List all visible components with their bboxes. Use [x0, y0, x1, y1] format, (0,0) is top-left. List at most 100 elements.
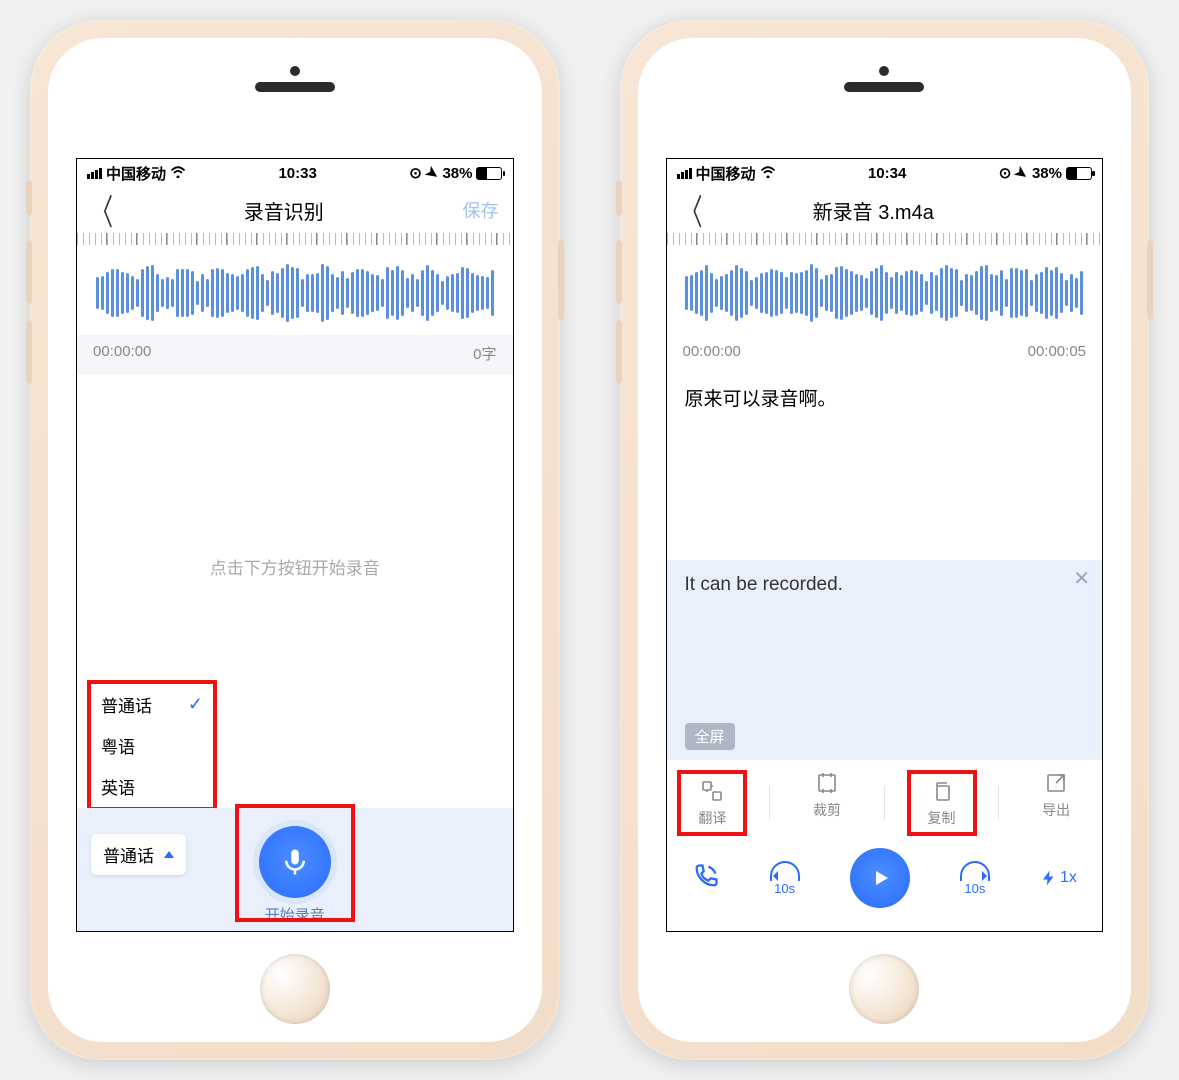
- location-icon: ➤: [1011, 162, 1032, 184]
- back-button[interactable]: 〈: [681, 184, 703, 235]
- elapsed-time: 00:00:00: [683, 343, 741, 360]
- volume-up: [26, 240, 32, 304]
- front-camera: [879, 66, 889, 76]
- content-area: 点击下方按钮开始录音 普通话 ✓ 粤语 英语: [77, 374, 513, 931]
- clock-label: 10:34: [868, 165, 906, 182]
- alarm-icon: ⊙: [999, 164, 1012, 182]
- forward-10s-button[interactable]: 10s: [960, 861, 990, 896]
- lightning-icon: [1040, 869, 1058, 887]
- carrier-label: 中国移动: [696, 163, 756, 184]
- power-button: [1147, 240, 1153, 320]
- screen-right: 中国移动 10:34 ⊙ ➤ 38% 〈 新录音 3.m4a 保存: [666, 158, 1104, 932]
- wifi-icon: [170, 165, 186, 182]
- lang-label: 粤语: [101, 733, 135, 758]
- front-camera: [290, 66, 300, 76]
- lang-label: 英语: [101, 774, 135, 799]
- trim-button[interactable]: 裁剪: [792, 770, 862, 836]
- playback-row: 10s 10s 1x: [667, 842, 1103, 918]
- mute-switch: [26, 180, 32, 216]
- alarm-icon: ⊙: [409, 164, 422, 182]
- battery-icon: [476, 167, 502, 180]
- page-title: 新录音 3.m4a: [703, 196, 1044, 225]
- time-row: 00:00:00 00:00:05: [667, 335, 1103, 370]
- nav-bar: 〈 录音识别 保存: [77, 187, 513, 233]
- carrier-label: 中国移动: [106, 163, 166, 184]
- page-title: 录音识别: [113, 196, 454, 225]
- translate-button[interactable]: 翻译: [677, 770, 747, 836]
- wifi-icon: [760, 165, 776, 182]
- tool-label: 翻译: [698, 810, 726, 826]
- phone-left: 中国移动 10:33 ⊙ ➤ 38% 〈 录音识别 保存: [30, 20, 560, 1060]
- receiver-button[interactable]: [692, 862, 720, 895]
- fullscreen-button[interactable]: 全屏: [685, 723, 735, 750]
- earpiece-speaker: [255, 82, 335, 92]
- back-button[interactable]: 〈: [91, 184, 113, 235]
- tool-row: 翻译 裁剪 复制: [667, 760, 1103, 842]
- export-button[interactable]: 导出: [1021, 770, 1091, 836]
- clock-label: 10:33: [278, 165, 316, 182]
- status-bar: 中国移动 10:34 ⊙ ➤ 38%: [667, 159, 1103, 187]
- translation-pane: ✕ It can be recorded. 全屏: [667, 560, 1103, 760]
- home-button[interactable]: [260, 954, 330, 1024]
- translate-icon: [699, 778, 725, 804]
- battery-percent: 38%: [442, 165, 472, 182]
- power-button: [558, 240, 564, 320]
- nav-bar: 〈 新录音 3.m4a 保存: [667, 187, 1103, 233]
- lang-label: 普通话: [101, 692, 152, 717]
- language-selector[interactable]: 普通话: [91, 834, 186, 875]
- rewind-10s-button[interactable]: 10s: [770, 861, 800, 896]
- waveform: [667, 245, 1103, 335]
- timeline-ruler[interactable]: [667, 233, 1103, 245]
- elapsed-time: 00:00:00: [93, 343, 151, 364]
- copy-icon: [929, 778, 955, 804]
- status-bar: 中国移动 10:33 ⊙ ➤ 38%: [77, 159, 513, 187]
- translation-text: It can be recorded.: [685, 574, 1085, 596]
- caret-up-icon: [164, 851, 174, 858]
- lang-option-cantonese[interactable]: 粤语: [91, 725, 213, 766]
- check-icon: ✓: [188, 694, 203, 715]
- waveform: [77, 245, 513, 335]
- screen-left: 中国移动 10:33 ⊙ ➤ 38% 〈 录音识别 保存: [76, 158, 514, 932]
- battery-percent: 38%: [1032, 165, 1062, 182]
- time-row: 00:00:00 0字: [77, 335, 513, 374]
- tool-label: 导出: [1042, 802, 1070, 818]
- speed-button[interactable]: 1x: [1040, 869, 1077, 887]
- bottom-controls: 普通话 开始录音: [77, 808, 513, 931]
- transcript-text: 原来可以录音啊。: [667, 370, 1103, 560]
- play-button[interactable]: [850, 848, 910, 908]
- lang-option-english[interactable]: 英语: [91, 766, 213, 807]
- volume-down: [616, 320, 622, 384]
- speed-label: 1x: [1060, 869, 1077, 887]
- jump-label: 10s: [774, 881, 795, 896]
- separator: [884, 786, 885, 820]
- play-icon: [868, 866, 892, 890]
- signal-icon: [87, 168, 102, 179]
- export-icon: [1043, 770, 1069, 796]
- close-button[interactable]: ✕: [1073, 566, 1090, 591]
- separator: [998, 786, 999, 820]
- phone-right: 中国移动 10:34 ⊙ ➤ 38% 〈 新录音 3.m4a 保存: [620, 20, 1150, 1060]
- content-area: 原来可以录音啊。 ✕ It can be recorded. 全屏 翻译: [667, 370, 1103, 931]
- char-count: 0字: [473, 343, 496, 364]
- timeline-ruler: [77, 233, 513, 245]
- lang-option-mandarin[interactable]: 普通话 ✓: [91, 684, 213, 725]
- selected-language: 普通话: [103, 842, 154, 867]
- language-popup: 普通话 ✓ 粤语 英语: [87, 680, 217, 811]
- home-button[interactable]: [849, 954, 919, 1024]
- earpiece-speaker: [844, 82, 924, 92]
- battery-icon: [1066, 167, 1092, 180]
- highlight-box-mic: [235, 804, 355, 922]
- jump-label: 10s: [964, 881, 985, 896]
- copy-button[interactable]: 复制: [907, 770, 977, 836]
- mute-switch: [616, 180, 622, 216]
- tool-label: 裁剪: [813, 802, 841, 818]
- volume-down: [26, 320, 32, 384]
- save-button[interactable]: 保存: [455, 197, 499, 223]
- tool-label: 复制: [928, 810, 956, 826]
- location-icon: ➤: [422, 162, 443, 184]
- total-time: 00:00:05: [1028, 343, 1086, 360]
- signal-icon: [677, 168, 692, 179]
- separator: [769, 786, 770, 820]
- trim-icon: [814, 770, 840, 796]
- volume-up: [616, 240, 622, 304]
